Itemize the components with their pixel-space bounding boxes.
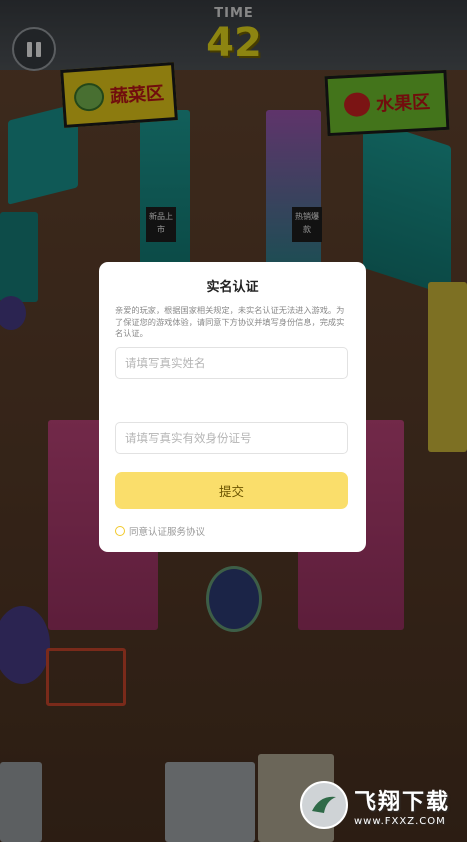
- id-number-input[interactable]: 请填写真实有效身份证号: [115, 422, 348, 454]
- real-name-input[interactable]: 请填写真实姓名: [115, 347, 348, 379]
- submit-label: 提交: [218, 484, 244, 499]
- real-name-dialog: 实名认证 亲爱的玩家，根据国家相关规定，未实名认证无法进入游戏。为了保证您的游戏…: [99, 262, 366, 552]
- bird-logo-icon: [300, 781, 348, 829]
- dialog-description: 亲爱的玩家，根据国家相关规定，未实名认证无法进入游戏。为了保证您的游戏体验，请同…: [115, 305, 345, 338]
- watermark-url: www.FXXZ.COM: [354, 815, 446, 827]
- watermark-title: 飞翔下载: [354, 789, 451, 815]
- dialog-title: 实名认证: [206, 280, 259, 295]
- site-watermark: 飞翔下载 www.FXXZ.COM: [300, 779, 458, 831]
- checkbox-circle-icon: [115, 526, 125, 536]
- submit-button[interactable]: 提交: [115, 472, 348, 509]
- real-name-placeholder: 请填写真实姓名: [125, 356, 206, 370]
- id-number-placeholder: 请填写真实有效身份证号: [125, 431, 252, 445]
- agreement-label: 同意认证服务协议: [129, 527, 206, 538]
- agreement-checkbox[interactable]: 同意认证服务协议: [115, 524, 205, 538]
